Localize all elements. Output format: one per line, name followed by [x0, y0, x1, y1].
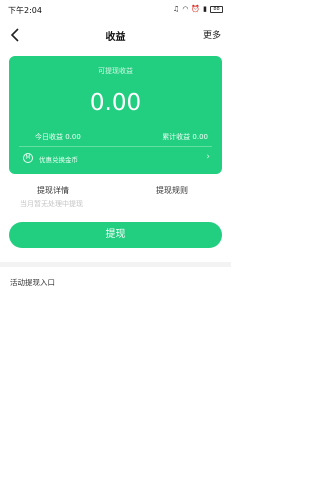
wifi-icon: ◠ — [182, 5, 189, 13]
alarm-icon: ⏰ — [191, 5, 201, 13]
battery-icon: 88 — [210, 5, 223, 13]
withdrawable-caption: 可提现收益 — [98, 67, 133, 75]
headset-icon: ♫ — [173, 5, 180, 13]
tab-withdraw-detail[interactable]: 提现详情 — [37, 185, 69, 196]
coin-exchange-link[interactable]: 优惠兑换金币 — [39, 154, 78, 164]
status-icons: ♫ ◠ ⏰ ▮ 88 — [173, 5, 223, 13]
today-earnings: 今日收益 0.00 — [35, 133, 81, 141]
chevron-right-icon[interactable]: › — [206, 152, 210, 162]
tab-withdraw-rules[interactable]: 提现规则 — [156, 185, 188, 196]
status-bar: 下午2:04 ♫ ◠ ⏰ ▮ 88 — [0, 0, 231, 20]
page-title: 收益 — [105, 32, 126, 43]
nav-bar: 收益 更多 — [0, 22, 231, 48]
section-divider — [0, 262, 231, 267]
signal-icon: ▮ — [203, 5, 207, 13]
withdrawable-amount: 0.00 — [89, 90, 142, 116]
withdraw-button[interactable]: 提现 — [9, 222, 222, 248]
more-button[interactable]: 更多 — [203, 28, 221, 41]
activity-withdraw-entry[interactable]: 活动提现入口 — [10, 277, 55, 288]
withdraw-status-note: 当月暂无处理中提现 — [20, 200, 83, 208]
coin-icon: M — [23, 153, 33, 163]
earnings-card: 可提现收益 0.00 今日收益 0.00 累计收益 0.00 M 优惠兑换金币 … — [9, 56, 222, 174]
status-time: 下午2:04 — [8, 6, 42, 15]
card-divider — [19, 146, 212, 147]
total-earnings: 累计收益 0.00 — [162, 133, 208, 141]
